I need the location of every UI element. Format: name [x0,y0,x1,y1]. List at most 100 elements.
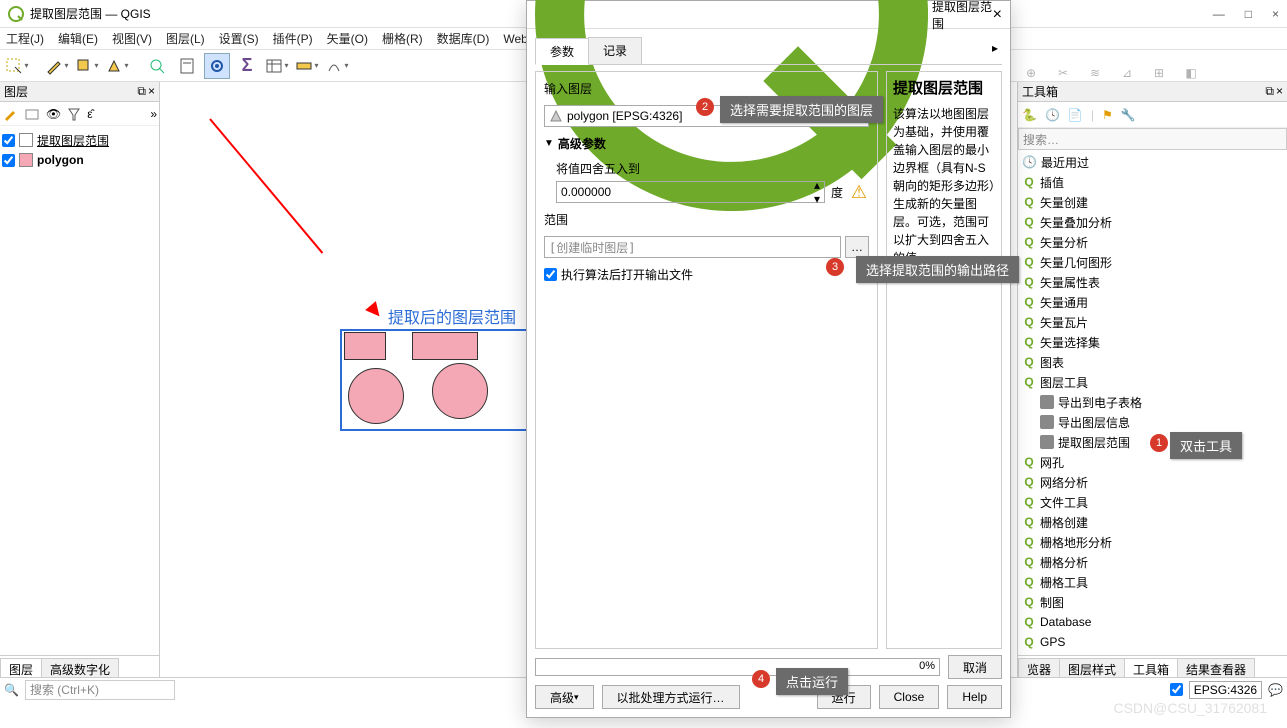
advanced-params-header[interactable]: 高级参数 [544,135,869,152]
add-feature-icon[interactable] [74,53,100,79]
panel-close-icon[interactable]: × [1276,84,1283,99]
tab-digitizing[interactable]: 高级数字化 [41,658,119,677]
minimize-button[interactable]: — [1213,7,1225,21]
tab-log[interactable]: 记录 [588,37,642,64]
menu-project[interactable]: 工程(J) [6,30,44,47]
tree-group[interactable]: Q网孔 [1018,452,1287,472]
menu-raster[interactable]: 栅格(R) [382,30,423,47]
tree-group[interactable]: Q文件工具 [1018,492,1287,512]
visibility-icon[interactable]: 👁 [46,107,61,121]
tree-group[interactable]: Q矢量分析 [1018,232,1287,252]
maximize-button[interactable]: □ [1245,7,1252,21]
menu-database[interactable]: 数据库(D) [437,30,490,47]
messages-icon[interactable]: 💬 [1268,683,1283,697]
menu-settings[interactable]: 设置(S) [219,30,259,47]
epsg-button[interactable]: EPSG:4326 [1189,681,1262,699]
tree-group[interactable]: Q图表 [1018,352,1287,372]
layer-checkbox[interactable] [2,154,15,167]
decoration-icon[interactable] [324,53,350,79]
degree-label: 度 [831,184,843,201]
status-search-input[interactable]: 搜索 (Ctrl+K) [25,680,175,700]
menu-plugins[interactable]: 插件(P) [273,30,313,47]
model-icon[interactable]: ⚑ [1102,108,1113,122]
tree-tool[interactable]: 导出图层信息 [1018,412,1287,432]
extent-browse-button[interactable]: … [845,236,869,258]
toggle-editing-icon[interactable] [44,53,70,79]
tree-group[interactable]: Q网络分析 [1018,472,1287,492]
layer-swatch [19,133,33,147]
tab-browser[interactable]: 览器 [1018,658,1060,677]
style-icon[interactable] [2,106,18,122]
tab-toolbox[interactable]: 工具箱 [1124,658,1178,677]
tree-label: 导出图层信息 [1058,414,1130,431]
tree-group[interactable]: Q矢量属性表 [1018,272,1287,292]
menu-view[interactable]: 视图(V) [112,30,152,47]
tree-group[interactable]: Q制图 [1018,592,1287,612]
attribute-table-icon[interactable] [264,53,290,79]
chevron-right-icon[interactable]: ▸ [988,37,1002,64]
tab-layer-style[interactable]: 图层样式 [1059,658,1125,677]
panel-close-icon[interactable]: × [148,84,155,99]
tree-group[interactable]: Q栅格分析 [1018,552,1287,572]
layer-checkbox[interactable] [2,134,15,147]
tree-recent[interactable]: 🕓最近用过 [1018,152,1287,172]
tool-icon [1040,435,1054,449]
tree-group[interactable]: Q矢量创建 [1018,192,1287,212]
tab-layers[interactable]: 图层 [0,658,42,677]
close-dialog-button[interactable]: Close [879,685,940,709]
tree-group[interactable]: Q矢量选择集 [1018,332,1287,352]
results-icon[interactable]: 📄 [1068,108,1083,122]
tree-label: 栅格地形分析 [1040,534,1112,551]
expand-icon[interactable]: » [150,107,157,121]
menu-layer[interactable]: 图层(L) [166,30,205,47]
round-spinbox[interactable]: 0.000000▴▾ [556,181,825,203]
measure-icon[interactable] [294,53,320,79]
tab-results[interactable]: 结果查看器 [1177,658,1255,677]
sigma-icon[interactable]: Σ [234,53,260,79]
extent-output-field[interactable]: [创建临时图层] [544,236,841,258]
tree-group[interactable]: Q矢量叠加分析 [1018,212,1287,232]
add-group-icon[interactable] [24,106,40,122]
expression-icon[interactable]: ε̂ [87,107,92,121]
select-tool-icon[interactable] [4,53,30,79]
layer-item-extent[interactable]: 提取图层范围 [2,130,157,150]
tree-group[interactable]: Q栅格地形分析 [1018,532,1287,552]
filter-icon[interactable] [67,107,81,121]
options-icon[interactable]: 🔧 [1121,108,1136,122]
tree-group[interactable]: Q栅格工具 [1018,572,1287,592]
tab-parameters[interactable]: 参数 [535,38,589,65]
tree-group[interactable]: Q矢量瓦片 [1018,312,1287,332]
open-output-checkbox[interactable] [544,268,557,281]
tree-tool[interactable]: 导出到电子表格 [1018,392,1287,412]
tree-label: 文件工具 [1040,494,1088,511]
render-checkbox[interactable] [1170,683,1183,696]
tree-group[interactable]: QGPS [1018,632,1287,652]
tree-group[interactable]: Q插值 [1018,172,1287,192]
menu-vector[interactable]: 矢量(O) [327,30,368,47]
identify-icon[interactable] [144,53,170,79]
tree-group[interactable]: QDatabase [1018,612,1287,632]
tree-group[interactable]: Q栅格创建 [1018,512,1287,532]
tree-label: 矢量属性表 [1040,274,1100,291]
toolbox-search[interactable]: 搜索… [1018,128,1287,150]
tree-group[interactable]: Q矢量通用 [1018,292,1287,312]
tree-group-layer-tools[interactable]: Q图层工具 [1018,372,1287,392]
advanced-button[interactable]: 高级 [535,685,594,709]
panel-undock-icon[interactable]: ⧉ [137,84,146,99]
dialog-close-button[interactable]: × [993,6,1002,24]
vertex-tool-icon[interactable] [104,53,130,79]
panel-undock-icon[interactable]: ⧉ [1265,84,1274,99]
batch-button[interactable]: 以批处理方式运行… [602,685,740,709]
close-button[interactable]: × [1272,7,1279,21]
python-icon[interactable]: 🐍 [1022,108,1037,122]
tree-group[interactable]: Q矢量几何图形 [1018,252,1287,272]
tree-label: 导出到电子表格 [1058,394,1142,411]
layer-item-polygon[interactable]: polygon [2,150,157,170]
processing-icon[interactable] [204,53,230,79]
cancel-button[interactable]: 取消 [948,655,1002,679]
polygon-layer-icon [549,109,563,123]
help-button[interactable]: Help [947,685,1002,709]
history-icon[interactable]: 🕓 [1045,108,1060,122]
menu-edit[interactable]: 编辑(E) [58,30,98,47]
calculator-icon[interactable] [174,53,200,79]
